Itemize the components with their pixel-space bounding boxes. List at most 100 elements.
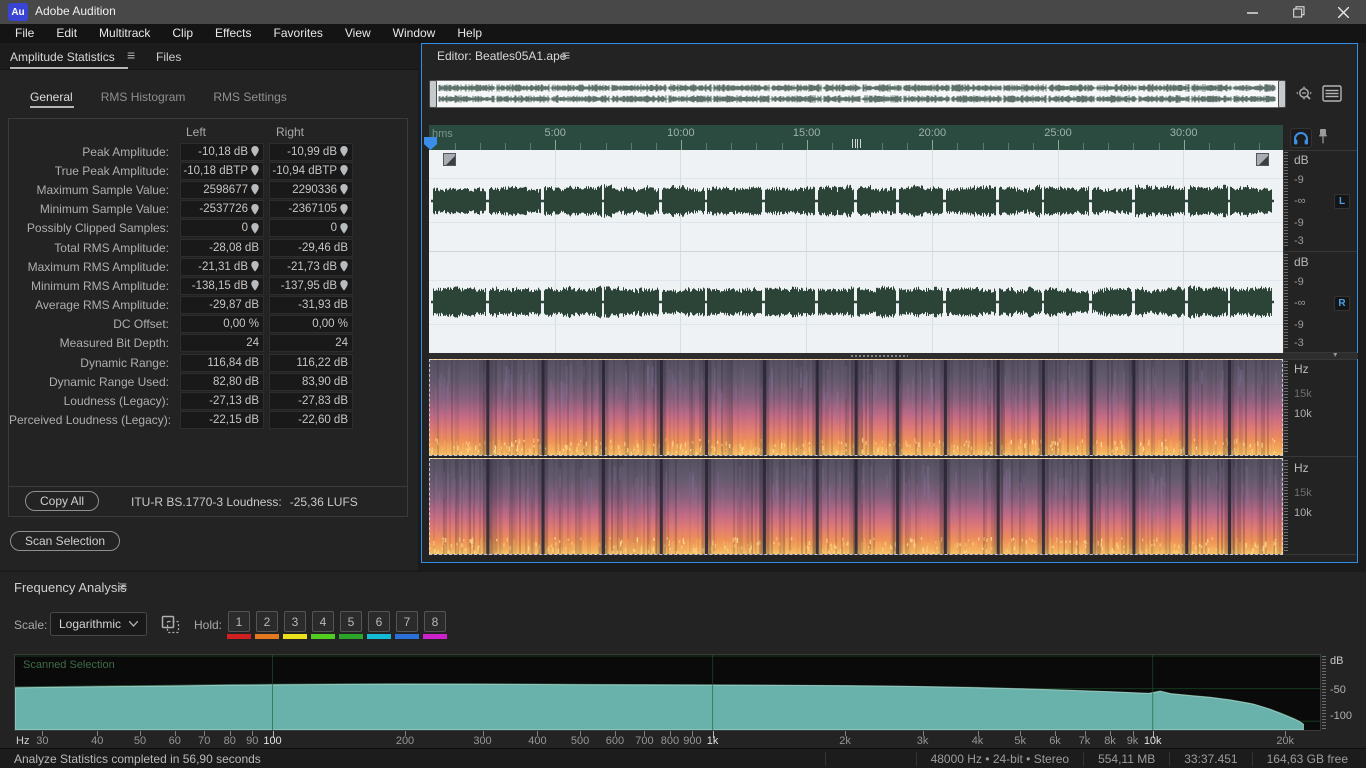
freq-panel-menu-icon[interactable]: ≡: [119, 579, 127, 593]
editor-panel-menu-icon[interactable]: ≡: [562, 48, 570, 62]
subtab-rms-settings[interactable]: RMS Settings: [213, 90, 286, 104]
location-pin-icon[interactable]: [340, 184, 348, 196]
panel-menu-icon[interactable]: ≡: [127, 48, 135, 62]
stat-value-left[interactable]: -21,31 dB: [180, 257, 264, 276]
stat-value-left[interactable]: -27,13 dB: [180, 392, 264, 411]
stat-value-right[interactable]: 0,00 %: [269, 315, 353, 334]
timeline-ruler[interactable]: hms 5:00 10:00 15:00 20:00 25:00 30:00: [429, 125, 1283, 150]
stat-value-right[interactable]: -31,93 dB: [269, 296, 353, 315]
menu-window[interactable]: Window: [382, 24, 447, 43]
hold-button-2[interactable]: 2: [256, 611, 278, 632]
stat-value-left[interactable]: 0: [180, 219, 264, 238]
editor-tab-title[interactable]: Editor: Beatles05A1.ape: [437, 49, 566, 63]
stat-value-right[interactable]: 2290336: [269, 180, 353, 199]
stat-value-right[interactable]: 116,22 dB: [269, 353, 353, 372]
stat-value-left[interactable]: 0,00 %: [180, 315, 264, 334]
stat-value-right[interactable]: 24: [269, 334, 353, 353]
stat-value-left[interactable]: 2598677: [180, 180, 264, 199]
menu-edit[interactable]: Edit: [45, 24, 88, 43]
location-pin-icon[interactable]: [340, 280, 348, 292]
menu-favorites[interactable]: Favorites: [263, 24, 334, 43]
menu-help[interactable]: Help: [446, 24, 493, 43]
stat-value-left[interactable]: -10,18 dBTP: [180, 161, 264, 180]
spectrogram-right-channel[interactable]: [429, 458, 1283, 557]
stat-value-left[interactable]: -138,15 dB: [180, 276, 264, 295]
channel-badge-l[interactable]: L: [1334, 194, 1350, 209]
location-pin-icon[interactable]: [251, 261, 259, 272]
tab-files[interactable]: Files: [156, 50, 181, 64]
location-pin-icon[interactable]: [340, 203, 348, 215]
status-audio-format[interactable]: 48000 Hz • 24-bit • Stereo: [917, 752, 1083, 766]
stat-value-right[interactable]: 83,90 dB: [269, 372, 353, 391]
minimize-button[interactable]: [1230, 0, 1275, 24]
overview-left-handle[interactable]: [429, 80, 437, 108]
stat-value-left[interactable]: 116,84 dB: [180, 353, 264, 372]
subtab-general[interactable]: General: [30, 90, 73, 104]
stat-value-right[interactable]: -10,99 dB: [269, 142, 353, 161]
solo-monitor-icon[interactable]: [1290, 128, 1312, 148]
menu-multitrack[interactable]: Multitrack: [88, 24, 161, 43]
stat-row: Possibly Clipped Samples: 0 0: [9, 219, 407, 238]
hold-button-3[interactable]: 3: [284, 611, 306, 632]
menu-clip[interactable]: Clip: [161, 24, 204, 43]
location-pin-icon[interactable]: [251, 146, 259, 157]
hold-button-5[interactable]: 5: [340, 611, 362, 632]
scale-divider: [1283, 359, 1357, 360]
zoom-navigate-icon[interactable]: [1294, 84, 1316, 107]
location-pin-icon[interactable]: [251, 222, 259, 234]
pin-panel-icon[interactable]: [1318, 128, 1328, 148]
tab-amplitude-statistics[interactable]: Amplitude Statistics: [10, 50, 115, 64]
close-button[interactable]: [1321, 0, 1366, 24]
stat-value-right[interactable]: -29,46 dB: [269, 238, 353, 257]
stat-value-left[interactable]: -10,18 dB: [180, 142, 264, 161]
hold-button-6[interactable]: 6: [368, 611, 390, 632]
scale-dropdown[interactable]: Logarithmic: [50, 612, 147, 636]
frequency-plot[interactable]: Scanned Selection: [14, 654, 1321, 731]
overview-right-handle[interactable]: [1278, 80, 1286, 108]
location-pin-icon[interactable]: [251, 165, 259, 176]
restore-button[interactable]: [1276, 0, 1321, 24]
menu-file[interactable]: File: [4, 24, 45, 43]
hold-button-4[interactable]: 4: [312, 611, 334, 632]
selection-handle-right[interactable]: [1256, 153, 1269, 166]
channel-badge-r[interactable]: R: [1334, 296, 1350, 311]
location-pin-icon[interactable]: [340, 146, 348, 157]
stat-value-right[interactable]: -10,94 dBTP: [269, 161, 353, 180]
stat-value-left[interactable]: 24: [180, 334, 264, 353]
stat-value-right[interactable]: -137,95 dB: [269, 276, 353, 295]
stat-value-right[interactable]: -22,60 dB: [269, 411, 353, 430]
status-disk-free[interactable]: 164,63 GB free: [1253, 752, 1362, 766]
stat-value-left[interactable]: -22,15 dB: [180, 411, 264, 430]
selection-handle-left[interactable]: [443, 153, 456, 166]
menu-effects[interactable]: Effects: [204, 24, 262, 43]
location-pin-icon[interactable]: [340, 222, 348, 234]
location-pin-icon[interactable]: [251, 184, 259, 196]
location-pin-icon[interactable]: [251, 203, 259, 215]
stat-value-left[interactable]: -28,08 dB: [180, 238, 264, 257]
spectrogram-left-channel[interactable]: [429, 359, 1283, 458]
subtab-rms-histogram[interactable]: RMS Histogram: [101, 90, 186, 104]
hold-button-7[interactable]: 7: [396, 611, 418, 632]
copy-all-button[interactable]: Copy All: [25, 491, 100, 511]
editor-layout-icon[interactable]: [1322, 85, 1342, 105]
hold-button-1[interactable]: 1: [228, 611, 250, 632]
location-pin-icon[interactable]: [340, 261, 348, 272]
stat-row: Loudness (Legacy): -27,13 dB -27,83 dB: [9, 391, 407, 411]
stat-value-right[interactable]: -27,83 dB: [269, 392, 353, 411]
status-file-size[interactable]: 554,11 MB: [1084, 752, 1169, 766]
stat-value-right[interactable]: -21,73 dB: [269, 257, 353, 276]
menu-view[interactable]: View: [334, 24, 382, 43]
stat-value-left[interactable]: -2537726: [180, 200, 264, 219]
status-duration[interactable]: 33:37.451: [1170, 752, 1251, 766]
stat-value-right[interactable]: 0: [269, 219, 353, 238]
hold-button-8[interactable]: 8: [424, 611, 446, 632]
location-pin-icon[interactable]: [251, 280, 259, 292]
location-pin-icon[interactable]: [340, 165, 348, 176]
stat-value-left[interactable]: -29,87 dB: [180, 296, 264, 315]
stat-value-left[interactable]: 82,80 dB: [180, 372, 264, 391]
splitter-grip[interactable]: [850, 354, 908, 358]
hold-color-swatch: [423, 634, 447, 639]
copy-graph-icon[interactable]: [161, 615, 180, 637]
stat-value-right[interactable]: -2367105: [269, 200, 353, 219]
scan-selection-button[interactable]: Scan Selection: [10, 531, 121, 551]
